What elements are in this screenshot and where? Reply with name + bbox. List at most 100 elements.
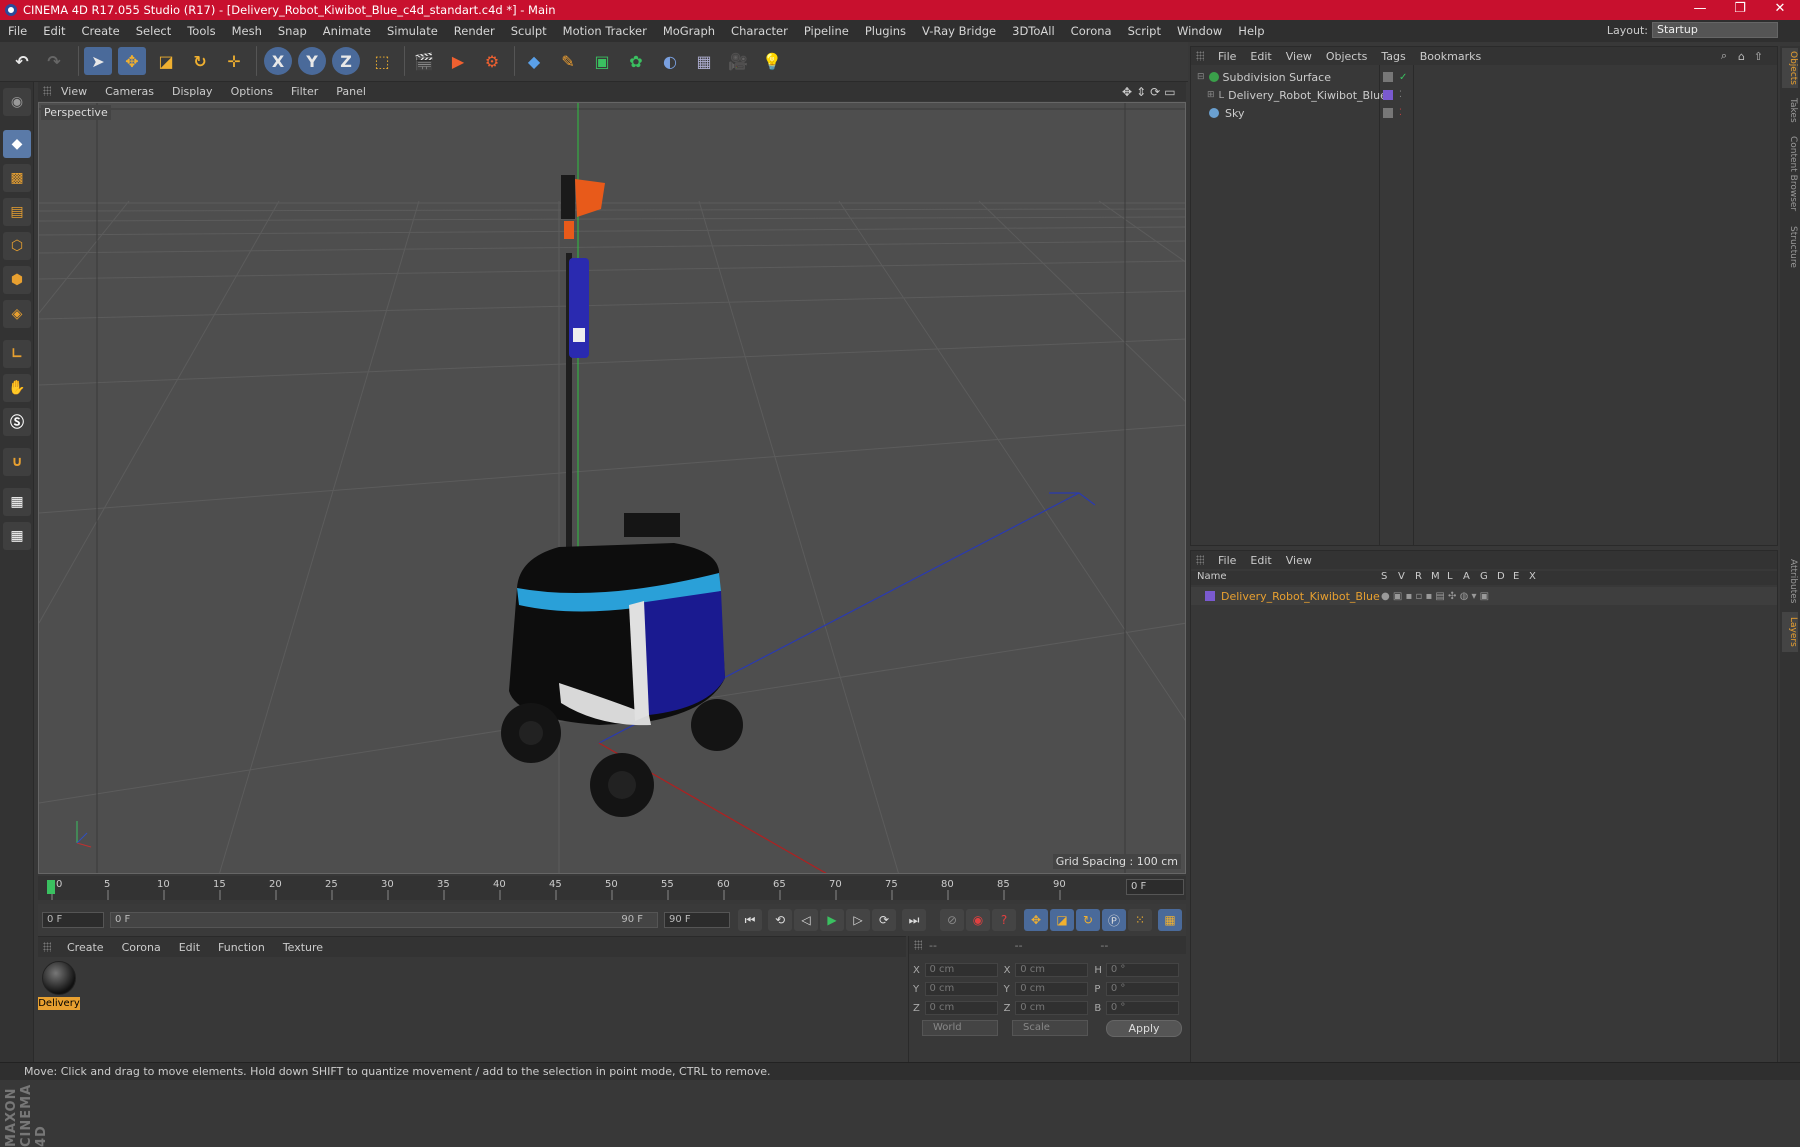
tab-structure[interactable]: Structure [1782, 222, 1798, 272]
layer-col-visible[interactable]: V [1398, 571, 1405, 582]
up-icon[interactable]: ⇧ [1754, 50, 1763, 63]
pan-icon[interactable]: ✥ [1122, 85, 1132, 99]
menu-sculpt[interactable]: Sculpt [503, 24, 555, 38]
tab-objects[interactable]: Objects [1782, 48, 1798, 88]
menu-3dtoall[interactable]: 3DToAll [1004, 24, 1063, 38]
viewport-menu-options[interactable]: Options [222, 85, 282, 98]
search-icon[interactable]: ⌕ [1721, 49, 1727, 63]
solo-mode-icon[interactable]: Ⓢ [3, 408, 31, 436]
layer-col-xref[interactable]: X [1529, 571, 1536, 582]
size-z-field[interactable]: 0 cm [1015, 1001, 1089, 1015]
axis-mode-icon[interactable]: ∟ [3, 340, 31, 368]
render-view-icon[interactable]: 🎬 [410, 47, 438, 75]
apply-button[interactable]: Apply [1106, 1020, 1182, 1037]
layer-col-name[interactable]: Name [1197, 571, 1227, 582]
om-menu-edit[interactable]: Edit [1243, 50, 1278, 63]
maximize-view-icon[interactable]: ▭ [1164, 85, 1175, 99]
record-keys-icon[interactable]: ⊘ [940, 909, 964, 931]
viewport-menu-cameras[interactable]: Cameras [96, 85, 163, 98]
coordinate-mode-select[interactable]: World [922, 1020, 998, 1036]
size-x-field[interactable]: 0 cm [1015, 963, 1089, 977]
end-frame-field[interactable]: 90 F [664, 912, 730, 928]
menu-motion-tracker[interactable]: Motion Tracker [555, 24, 655, 38]
orbit-icon[interactable]: ⟳ [1150, 85, 1160, 99]
menu-character[interactable]: Character [723, 24, 796, 38]
tab-layers[interactable]: Layers [1782, 612, 1798, 652]
go-to-start-icon[interactable]: ⏮ [738, 909, 762, 931]
rotation-p-field[interactable]: 0 ° [1105, 982, 1180, 996]
snap-magnet-icon[interactable]: ∪ [3, 448, 31, 476]
current-frame-field[interactable]: 0 F [1126, 879, 1184, 895]
material-menu-create[interactable]: Create [58, 941, 113, 954]
subdivision-surface-icon[interactable]: ▣ [588, 47, 616, 75]
edges-mode-icon[interactable]: ⬢ [3, 266, 31, 294]
model-mode-icon[interactable]: ◆ [3, 130, 31, 158]
lm-menu-view[interactable]: View [1279, 554, 1319, 567]
timeline-window-icon[interactable]: ▦ [1158, 909, 1182, 931]
layer-toggle-icons[interactable]: ● ▣ ▪ ▫ ▪ ▤ ✣ ◍ ▾ ▣ [1381, 591, 1489, 602]
material-menu-corona[interactable]: Corona [113, 941, 170, 954]
object-row[interactable]: ⊟ Subdivision Surface ✓ [1191, 68, 1777, 86]
menu-script[interactable]: Script [1120, 24, 1169, 38]
next-key-icon[interactable]: ⟳ [872, 909, 896, 931]
previous-frame-icon[interactable]: ◁ [794, 909, 818, 931]
playhead[interactable] [47, 880, 55, 894]
workplane-mode-icon[interactable]: ▤ [3, 198, 31, 226]
x-axis-lock-button[interactable]: X [264, 47, 292, 75]
layer-tag-icon[interactable] [1383, 72, 1393, 82]
panel-grip-icon[interactable] [914, 940, 922, 950]
key-pla-icon[interactable]: ⁙ [1128, 909, 1152, 931]
material-preview-ball[interactable] [42, 961, 76, 995]
viewport-menu-view[interactable]: View [52, 85, 96, 98]
key-position-icon[interactable]: ✥ [1024, 909, 1048, 931]
key-scale-icon[interactable]: ◪ [1050, 909, 1074, 931]
transform-mode-select[interactable]: Scale [1012, 1020, 1088, 1036]
polygons-mode-icon[interactable]: ◈ [3, 300, 31, 328]
layer-col-locked[interactable]: L [1447, 571, 1453, 582]
play-icon[interactable]: ▶ [820, 909, 844, 931]
minimize-button[interactable]: — [1680, 0, 1720, 20]
preview-range-slider[interactable]: 0 F 90 F [110, 912, 658, 928]
om-menu-file[interactable]: File [1211, 50, 1243, 63]
grid-snap-icon[interactable]: ▦ [3, 522, 31, 550]
tab-attributes[interactable]: Attributes [1782, 554, 1798, 608]
menu-tools[interactable]: Tools [179, 24, 223, 38]
material-menu-texture[interactable]: Texture [274, 941, 332, 954]
tweak-mode-icon[interactable]: ✋ [3, 374, 31, 402]
viewport-camera-label[interactable]: Perspective [41, 105, 111, 120]
layer-color-swatch[interactable] [1205, 591, 1215, 601]
viewport-menu-display[interactable]: Display [163, 85, 222, 98]
layer-col-solo[interactable]: S [1381, 571, 1387, 582]
zoom-icon[interactable]: ⇕ [1136, 85, 1146, 99]
make-editable-icon[interactable]: ◉ [3, 88, 31, 116]
om-menu-bookmarks[interactable]: Bookmarks [1413, 50, 1488, 63]
layer-name[interactable]: Delivery_Robot_Kiwibot_Blue [1221, 590, 1380, 603]
lm-menu-edit[interactable]: Edit [1243, 554, 1278, 567]
panel-grip-icon[interactable] [1196, 51, 1204, 61]
expand-icon[interactable]: ⊞ [1207, 90, 1215, 100]
redo-icon[interactable]: ↷ [40, 47, 68, 75]
object-row[interactable]: Sky ⁚ [1191, 104, 1777, 122]
maximize-button[interactable]: ❐ [1720, 0, 1760, 20]
menu-help[interactable]: Help [1230, 24, 1272, 38]
panel-grip-icon[interactable] [43, 942, 51, 952]
start-frame-field[interactable]: 0 F [42, 912, 104, 928]
transform-tool-icon[interactable]: ✛ [220, 47, 248, 75]
menu-snap[interactable]: Snap [270, 24, 315, 38]
layer-col-manager[interactable]: M [1431, 571, 1440, 582]
object-name[interactable]: Delivery_Robot_Kiwibot_Blue [1228, 89, 1387, 102]
object-name[interactable]: Subdivision Surface [1223, 71, 1331, 84]
deformer-icon[interactable]: ◐ [656, 47, 684, 75]
position-z-field[interactable]: 0 cm [924, 1001, 998, 1015]
menu-edit[interactable]: Edit [35, 24, 73, 38]
material-menu-function[interactable]: Function [209, 941, 274, 954]
previous-key-icon[interactable]: ⟲ [768, 909, 792, 931]
om-menu-objects[interactable]: Objects [1319, 50, 1375, 63]
layer-tag-icon[interactable] [1383, 108, 1393, 118]
menu-mograph[interactable]: MoGraph [655, 24, 723, 38]
close-button[interactable]: ✕ [1760, 0, 1800, 20]
material-name-label[interactable]: Delivery [38, 997, 80, 1010]
tab-content-browser[interactable]: Content Browser [1782, 134, 1798, 214]
tab-takes[interactable]: Takes [1782, 94, 1798, 126]
material-menu-edit[interactable]: Edit [170, 941, 209, 954]
